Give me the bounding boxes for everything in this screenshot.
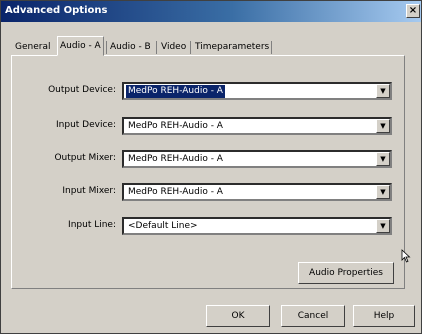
output-mixer-label: Output Mixer:	[54, 153, 116, 163]
tab-general[interactable]: General	[13, 40, 52, 55]
dropdown-arrow-icon[interactable]: ▼	[376, 219, 390, 233]
tab-separator	[190, 41, 191, 54]
tab-audio-a[interactable]: Audio - A	[57, 36, 104, 56]
dropdown-arrow-icon[interactable]: ▼	[376, 84, 390, 98]
tab-separator	[156, 41, 157, 54]
input-line-value: <Default Line>	[128, 221, 198, 231]
output-device-select[interactable]: MedPo REH-Audio - A ▼	[122, 82, 392, 100]
tab-audio-b[interactable]: Audio - B	[108, 40, 153, 55]
dropdown-arrow-icon[interactable]: ▼	[376, 185, 390, 199]
input-device-row: Input Device: MedPo REH-Audio - A ▼	[12, 117, 406, 135]
input-mixer-row: Input Mixer: MedPo REH-Audio - A ▼	[12, 183, 406, 201]
window-title: Advanced Options	[5, 5, 108, 16]
tab-video[interactable]: Video	[159, 40, 188, 55]
input-line-row: Input Line: <Default Line> ▼	[12, 217, 406, 235]
help-button[interactable]: Help	[353, 305, 415, 327]
title-bar[interactable]: Advanced Options ×	[1, 1, 421, 22]
input-device-value: MedPo REH-Audio - A	[128, 121, 223, 131]
input-device-select[interactable]: MedPo REH-Audio - A ▼	[122, 117, 392, 135]
dropdown-arrow-icon[interactable]: ▼	[376, 152, 390, 166]
output-device-row: Output Device: MedPo REH-Audio - A ▼	[12, 82, 406, 100]
mouse-cursor-icon	[401, 249, 411, 263]
output-device-label: Output Device:	[48, 85, 116, 95]
audio-properties-button[interactable]: Audio Properties	[298, 262, 394, 284]
close-button[interactable]: ×	[406, 4, 420, 18]
dropdown-arrow-icon[interactable]: ▼	[376, 119, 390, 133]
input-mixer-select[interactable]: MedPo REH-Audio - A ▼	[122, 183, 392, 201]
output-mixer-select[interactable]: MedPo REH-Audio - A ▼	[122, 150, 392, 168]
tab-separator	[271, 41, 272, 54]
ok-button[interactable]: OK	[206, 305, 270, 327]
input-mixer-value: MedPo REH-Audio - A	[128, 187, 223, 197]
tab-separator	[106, 41, 107, 54]
audio-a-panel: Output Device: MedPo REH-Audio - A ▼ Inp…	[11, 55, 405, 289]
cancel-button[interactable]: Cancel	[281, 305, 345, 327]
input-device-label: Input Device:	[56, 120, 116, 130]
advanced-options-dialog: Advanced Options × General Audio - A Aud…	[0, 0, 422, 334]
tab-timeparameters[interactable]: Timeparameters	[193, 40, 271, 55]
input-line-select[interactable]: <Default Line> ▼	[122, 217, 392, 235]
output-device-value: MedPo REH-Audio - A	[126, 85, 225, 98]
output-mixer-row: Output Mixer: MedPo REH-Audio - A ▼	[12, 150, 406, 168]
input-line-label: Input Line:	[68, 220, 116, 230]
input-mixer-label: Input Mixer:	[62, 186, 116, 196]
output-mixer-value: MedPo REH-Audio - A	[128, 154, 223, 164]
